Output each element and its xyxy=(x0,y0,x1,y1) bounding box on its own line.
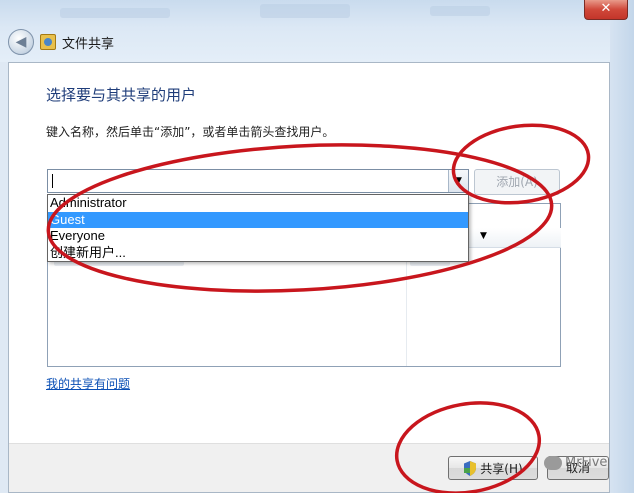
wechat-icon xyxy=(544,455,562,470)
dialog-content: 选择要与其共享的用户 键入名称，然后单击“添加”，或者单击箭头查找用户。 ▼ 添… xyxy=(8,62,610,493)
share-button-label: 共享(H) xyxy=(480,461,523,476)
chevron-down-icon: ▼ xyxy=(480,231,487,241)
user-name-combobox[interactable]: ▼ xyxy=(47,169,469,193)
share-folder-icon xyxy=(40,34,56,50)
blurred-background xyxy=(60,8,170,18)
add-button[interactable]: 添加(A) xyxy=(474,169,560,195)
chevron-down-icon: ▼ xyxy=(455,176,462,186)
share-button[interactable]: 共享(H) xyxy=(448,456,538,480)
uac-shield-icon xyxy=(464,460,477,476)
user-name-input[interactable] xyxy=(48,170,448,192)
blurred-background xyxy=(430,6,490,16)
back-button[interactable]: ◀ xyxy=(8,29,34,55)
user-dropdown-list[interactable]: Administrator Guest Everyone 创建新用户... xyxy=(47,194,469,262)
navigation-bar: ◀ 文件共享 xyxy=(8,28,114,56)
combo-dropdown-button[interactable]: ▼ xyxy=(448,170,468,192)
window-title: 文件共享 xyxy=(62,36,115,52)
watermark-text: MrFive xyxy=(565,455,608,470)
window-edge xyxy=(610,0,634,493)
dropdown-option-guest[interactable]: Guest xyxy=(48,211,468,228)
help-link[interactable]: 我的共享有问题 xyxy=(46,375,130,392)
dropdown-option-everyone[interactable]: Everyone xyxy=(48,228,468,245)
instruction-text: 键入名称，然后单击“添加”，或者单击箭头查找用户。 xyxy=(46,125,335,139)
text-caret xyxy=(52,174,53,188)
close-icon: ✕ xyxy=(600,1,612,16)
close-button[interactable]: ✕ xyxy=(584,0,628,20)
dropdown-option-create-user[interactable]: 创建新用户... xyxy=(48,245,468,262)
watermark: MrFive xyxy=(544,455,607,470)
blurred-background xyxy=(260,4,350,18)
dropdown-option-administrator[interactable]: Administrator xyxy=(48,195,468,212)
back-arrow-icon: ◀ xyxy=(15,34,27,50)
page-title: 选择要与其共享的用户 xyxy=(46,86,197,104)
